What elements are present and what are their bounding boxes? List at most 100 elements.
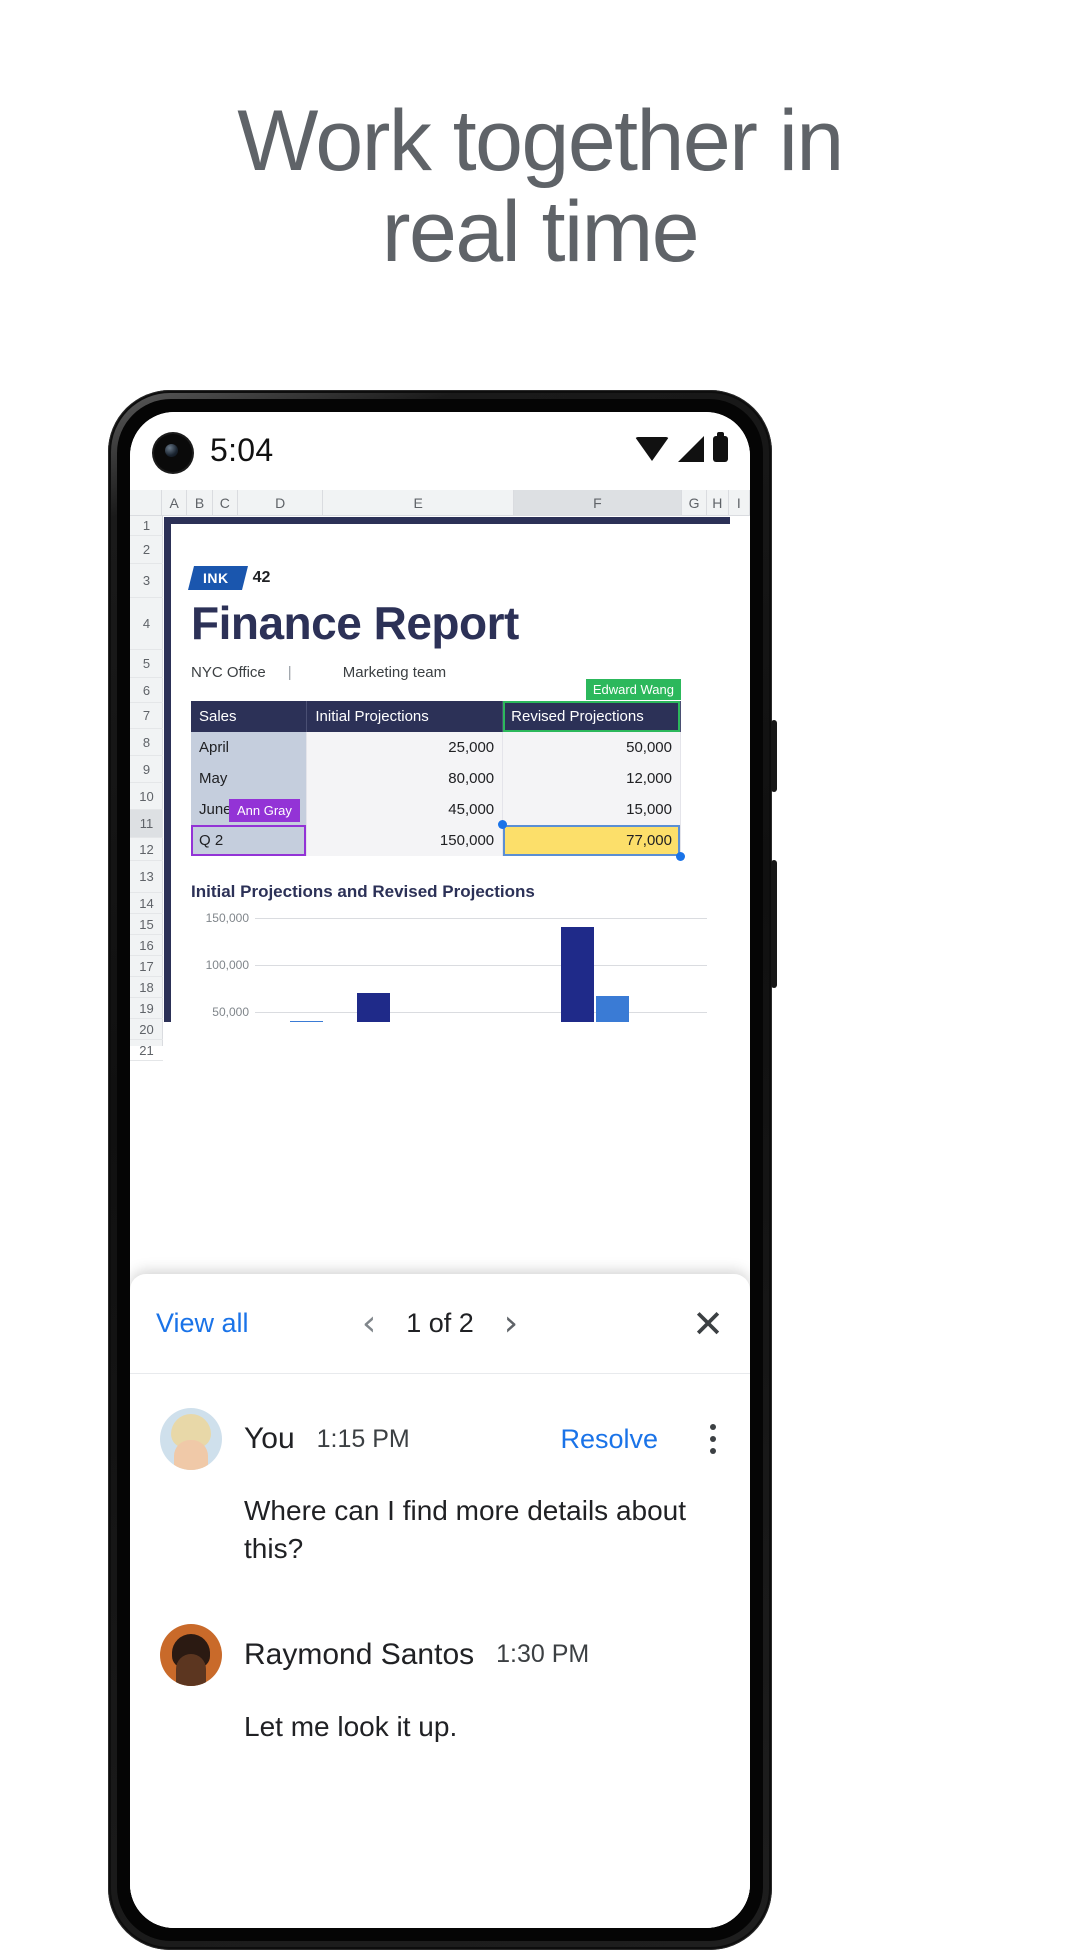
table-header-initial-projections[interactable]: Initial Projections: [306, 701, 504, 732]
select-all-corner[interactable]: [130, 490, 163, 515]
comment-panel-header: View all ‹ 1 of 2 › ✕: [130, 1274, 750, 1374]
row-header-14[interactable]: 14: [130, 893, 163, 914]
row-header-11[interactable]: 11: [130, 810, 163, 838]
comment-author-you: You: [244, 1422, 295, 1455]
spreadsheet-column-headers[interactable]: A B C D E F G H I: [130, 490, 750, 516]
row-header-10[interactable]: 10: [130, 783, 163, 810]
comment-page-count: 1 of 2: [406, 1308, 474, 1338]
collaborator-tag-edward-wang: Edward Wang: [585, 679, 681, 700]
projections-bar-chart: 150,000 100,000 50,000 0: [197, 911, 707, 1022]
row-header-16[interactable]: 16: [130, 935, 163, 956]
finance-report-card: INK 42 Finance Report NYC Office | Marke…: [164, 517, 730, 1022]
column-header-i[interactable]: I: [729, 490, 750, 515]
cell-revised-april[interactable]: 50,000: [502, 732, 681, 763]
cell-label-april[interactable]: April: [191, 732, 308, 763]
row-header-12[interactable]: 12: [130, 838, 163, 861]
bar-initial-may: [357, 993, 390, 1022]
row-header-19[interactable]: 19: [130, 998, 163, 1019]
column-header-d[interactable]: D: [238, 490, 324, 515]
chart-title: Initial Projections and Revised Projecti…: [191, 882, 535, 901]
front-camera-punch-hole: [154, 434, 192, 472]
chart-ytick-50000: 50,000: [212, 1005, 249, 1019]
comment-pager: ‹ 1 of 2 ›: [362, 1305, 518, 1342]
row-header-6[interactable]: 6: [130, 678, 163, 703]
cell-label-june[interactable]: June Ann Gray: [191, 794, 308, 825]
row-header-9[interactable]: 9: [130, 756, 163, 783]
row-header-3[interactable]: 3: [130, 564, 163, 598]
volume-button[interactable]: [771, 860, 777, 988]
power-button[interactable]: [771, 720, 777, 792]
cell-initial-june[interactable]: 45,000: [306, 794, 504, 825]
cell-label-may[interactable]: May: [191, 763, 308, 794]
chart-gridline-150000: 150,000: [206, 911, 707, 925]
column-header-e[interactable]: E: [323, 490, 514, 515]
more-vertical-icon[interactable]: [710, 1424, 716, 1454]
comment-body-you: Where can I find more details about this…: [244, 1495, 687, 1564]
cell-revised-q2-active[interactable]: 77,000: [497, 820, 685, 861]
status-bar-clock: 5:04: [210, 432, 274, 468]
resolve-button[interactable]: Resolve: [560, 1424, 658, 1455]
wifi-icon: [635, 437, 669, 461]
row-header-15[interactable]: 15: [130, 914, 163, 935]
row-header-1[interactable]: 1: [130, 516, 163, 536]
subtitle-office: NYC Office: [191, 664, 266, 681]
table-header-revised-projections[interactable]: Revised Projections Edward Wang: [502, 679, 681, 732]
row-header-7[interactable]: 7: [130, 703, 163, 729]
row-header-5[interactable]: 5: [130, 650, 163, 678]
comment-body-raymond: Let me look it up.: [244, 1710, 458, 1742]
column-header-h[interactable]: H: [707, 490, 729, 515]
column-header-f[interactable]: F: [513, 490, 682, 515]
status-bar: 5:04: [130, 412, 750, 490]
bar-revised-q2: [596, 996, 629, 1022]
phone-device-frame: 5:04 A B C D E F G H I 1 2 3 4 5 6 7 8 9…: [108, 390, 777, 1950]
bar-initial-q2: [561, 927, 594, 1022]
headline-line-1: Work together in: [237, 93, 844, 189]
cell-initial-april[interactable]: 25,000: [306, 732, 504, 763]
row-header-8[interactable]: 8: [130, 729, 163, 756]
column-header-g[interactable]: G: [682, 490, 708, 515]
column-header-b[interactable]: B: [187, 490, 213, 515]
cell-initial-may[interactable]: 80,000: [306, 763, 504, 794]
chart-ytick-150000: 150,000: [205, 911, 249, 925]
table-header-row: Sales Initial Projections Revised Projec…: [191, 679, 681, 732]
chevron-right-icon[interactable]: ›: [504, 1305, 518, 1342]
avatar-raymond-santos[interactable]: [160, 1623, 222, 1686]
comment-author-raymond: Raymond Santos: [244, 1637, 475, 1671]
column-header-c[interactable]: C: [213, 490, 238, 515]
comment-item-you: You 1:15 PM Resolve Where can I find mor…: [130, 1374, 750, 1568]
chart-group-may: [357, 993, 425, 1022]
document-title: Finance Report: [191, 597, 519, 649]
row-header-4[interactable]: 4: [130, 598, 163, 650]
row-header-20[interactable]: 20: [130, 1019, 163, 1040]
chart-bars: [255, 927, 707, 1022]
cell-initial-q2[interactable]: 150,000: [306, 825, 504, 856]
close-icon[interactable]: ✕: [692, 1305, 724, 1343]
signal-icon: [678, 436, 704, 462]
comment-header: You 1:15 PM Resolve: [160, 1408, 720, 1470]
battery-icon: [713, 432, 728, 462]
row-header-13[interactable]: 13: [130, 861, 163, 893]
header-revised-label: Revised Projections: [511, 708, 644, 725]
table-row: April 25,000 50,000: [191, 732, 681, 763]
comment-time-raymond: 1:30 PM: [496, 1640, 590, 1669]
ink-badge-number: 42: [252, 569, 271, 586]
table-header-sales[interactable]: Sales: [191, 701, 308, 732]
bar-revised-april: [290, 1021, 323, 1022]
collaborator-tag-ann-gray: Ann Gray: [229, 799, 300, 822]
chevron-left-icon[interactable]: ‹: [362, 1305, 376, 1342]
row-header-17[interactable]: 17: [130, 956, 163, 977]
column-header-a[interactable]: A: [162, 490, 188, 515]
projections-table[interactable]: Sales Initial Projections Revised Projec…: [191, 679, 685, 861]
view-all-button[interactable]: View all: [156, 1308, 249, 1339]
cell-label-q2[interactable]: Q 2: [191, 825, 308, 856]
cell-revised-may[interactable]: 12,000: [502, 763, 681, 794]
page-title: Work together in real time: [0, 93, 1080, 278]
cell-revised-june[interactable]: 15,000: [502, 794, 681, 825]
chart-ytick-100000: 100,000: [205, 958, 249, 972]
chart-group-april: [255, 1021, 323, 1022]
row-header-21[interactable]: 21: [130, 1040, 163, 1061]
row-header-2[interactable]: 2: [130, 536, 163, 564]
spreadsheet-row-headers[interactable]: 1 2 3 4 5 6 7 8 9 10 11 12 13 14 15 16 1…: [130, 516, 163, 1061]
avatar-you[interactable]: [160, 1408, 222, 1470]
row-header-18[interactable]: 18: [130, 977, 163, 998]
